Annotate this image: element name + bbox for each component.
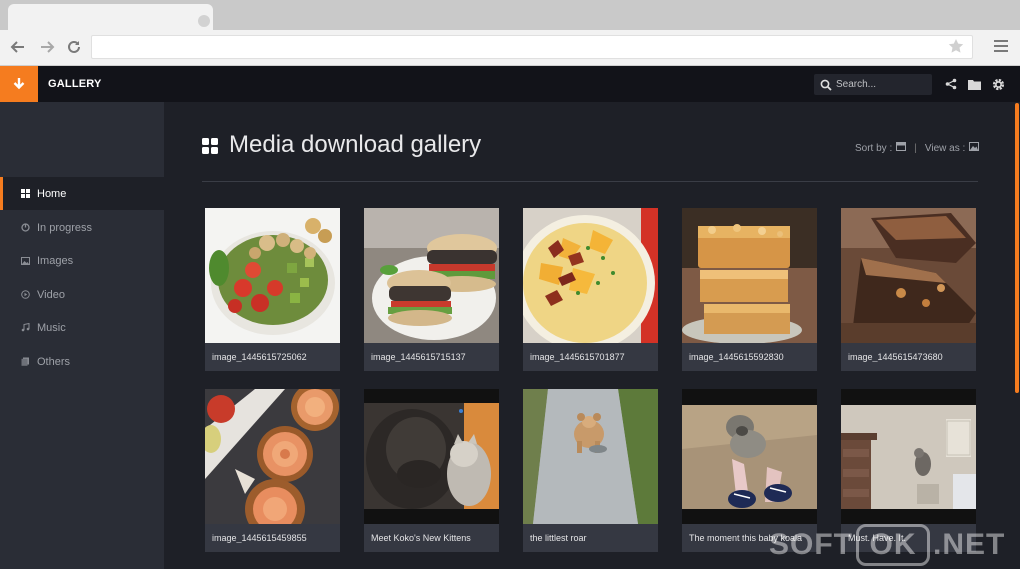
sidebar-item-music[interactable]: Music [0,311,164,344]
tab-strip [0,0,1020,30]
thumbnail-image[interactable] [682,389,817,524]
sidebar-item-in-progress[interactable]: In progress [0,211,164,244]
thumbnail-image[interactable] [841,208,976,343]
sidebar-item-label: In progress [37,221,93,234]
gallery-card[interactable]: image_1445615725062 [205,208,340,371]
watermark-part: .NET [933,528,1006,561]
gallery-card[interactable]: image_1445615592830 [682,208,817,371]
search-box[interactable] [814,74,932,95]
progress-icon [20,223,30,233]
app-header: GALLERY [0,66,1020,102]
gallery-card[interactable]: image_1445615459855 [205,389,340,552]
sidebar-item-label: Music [37,321,66,334]
card-caption: image_1445615701877 [530,352,625,362]
app-title: GALLERY [48,78,102,90]
download-arrow-icon [13,78,25,90]
thumbnail-image[interactable] [523,208,658,343]
sidebar-item-others[interactable]: Others [0,345,164,378]
gallery-card[interactable]: image_1445615473680 [841,208,976,371]
thumbnail-image[interactable] [364,389,499,524]
sidebar-item-label: Images [37,254,74,267]
card-caption: image_1445615459855 [212,533,307,543]
gallery-card[interactable]: Meet Koko's New Kittens [364,389,499,552]
separator: | [914,142,917,154]
gallery-card[interactable]: image_1445615715137 [364,208,499,371]
forward-icon[interactable] [36,36,58,58]
files-icon [20,357,30,367]
gallery-card[interactable]: the littlest roar [523,389,658,552]
card-caption: image_1445615715137 [371,352,466,362]
browser-tab[interactable] [8,4,213,30]
card-caption: the littlest roar [530,533,587,543]
grid-icon [202,138,218,159]
view-image-icon[interactable] [969,142,980,154]
card-caption: image_1445615592830 [689,352,784,362]
watermark-part: SOFT [769,528,853,561]
music-note-icon [20,323,30,333]
search-input[interactable] [836,77,928,92]
browser-chrome [0,0,1020,66]
card-caption: image_1445615473680 [848,352,943,362]
share-icon[interactable] [944,77,958,91]
play-icon [20,290,30,300]
thumbnail-image[interactable] [841,389,976,524]
sidebar-item-label: Home [37,187,67,200]
sidebar-header [0,102,164,177]
gallery-card[interactable]: image_1445615701877 [523,208,658,371]
reload-icon[interactable] [63,36,85,58]
search-icon [820,78,832,96]
card-caption: Meet Koko's New Kittens [371,533,471,543]
tab-close-icon[interactable] [198,15,210,27]
card-caption: image_1445615725062 [212,352,307,362]
sidebar-item-home[interactable]: Home [0,177,164,210]
download-button[interactable] [0,66,38,102]
thumbnail-image[interactable] [682,208,817,343]
image-icon [20,256,30,266]
back-icon[interactable] [7,36,29,58]
browser-toolbar [0,30,1020,66]
view-controls: Sort by : | View as : [855,142,980,154]
hamburger-menu-icon[interactable] [994,39,1008,58]
watermark-part: OK [856,524,930,566]
page-title: Media download gallery [229,131,482,158]
thumbnail-image[interactable] [205,208,340,343]
scrollbar[interactable] [1015,103,1019,393]
sidebar-item-video[interactable]: Video [0,278,164,311]
sidebar: Home In progress Images Video Music Othe… [0,102,164,569]
sidebar-item-images[interactable]: Images [0,244,164,277]
folder-icon[interactable] [967,77,981,91]
sidebar-item-label: Video [37,288,65,301]
sort-icon[interactable] [896,142,907,154]
grid-icon [20,189,30,199]
thumbnail-image[interactable] [205,389,340,524]
gear-icon[interactable] [991,77,1005,91]
title-divider [202,181,978,182]
view-as-label[interactable]: View as : [925,143,965,154]
thumbnail-image[interactable] [364,208,499,343]
url-bar[interactable] [91,35,973,59]
main-content: Media download gallery Sort by : | View … [164,102,1020,569]
watermark: SOFT OK .NET [769,522,1005,568]
sidebar-item-label: Others [37,355,71,368]
sort-by-label[interactable]: Sort by : [855,143,892,154]
thumbnail-image[interactable] [523,389,658,524]
